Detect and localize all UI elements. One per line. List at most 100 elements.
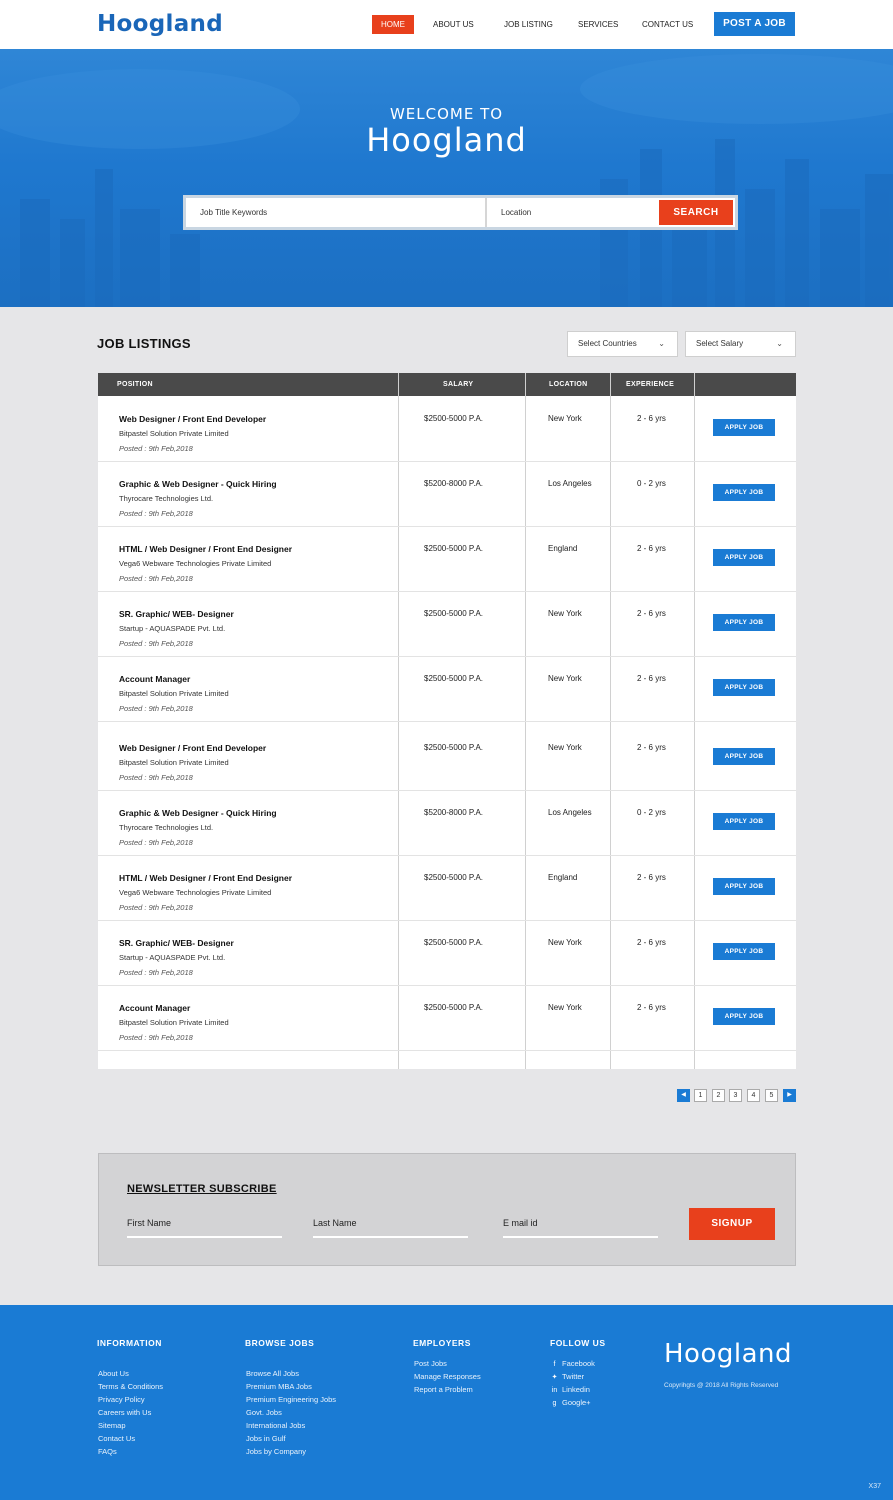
facebook-icon: f <box>553 1361 556 1368</box>
footer-information-link[interactable]: Contact Us <box>98 1434 135 1443</box>
footer-browse-heading: BROWSE JOBS <box>245 1338 315 1348</box>
column-position: POSITION <box>117 381 153 388</box>
linkedin-icon: in <box>551 1387 558 1394</box>
company-name: Vega6 Webware Technologies Private Limit… <box>119 559 272 568</box>
job-title[interactable]: HTML / Web Designer / Front End Designer <box>119 544 292 554</box>
pagination-page-4[interactable]: 4 <box>747 1089 760 1102</box>
pagination-page-2[interactable]: 2 <box>712 1089 725 1102</box>
job-experience: 2 - 6 yrs <box>637 674 666 683</box>
footer-browse-link[interactable]: Premium Engineering Jobs <box>246 1395 336 1404</box>
footer-employers-link[interactable]: Manage Responses <box>414 1372 481 1381</box>
footer-social-label: Google+ <box>562 1398 591 1407</box>
job-title[interactable]: Graphic & Web Designer - Quick Hiring <box>119 479 277 489</box>
job-title[interactable]: Account Manager <box>119 1003 190 1013</box>
signup-button[interactable]: SIGNUP <box>689 1208 775 1240</box>
footer-employers-heading: EMPLOYERS <box>413 1338 471 1348</box>
footer-copyright: Copyrihgts @ 2018 All Rights Reserved <box>664 1382 779 1389</box>
job-location: New York <box>548 609 582 618</box>
job-title[interactable]: Account Manager <box>119 674 190 684</box>
footer-browse-link[interactable]: Govt. Jobs <box>246 1408 282 1417</box>
search-button[interactable]: SEARCH <box>659 200 733 225</box>
apply-job-button[interactable]: APPLY JOB <box>713 1008 775 1025</box>
salary-select[interactable]: Select Salary ⌄ <box>685 331 796 357</box>
email-field[interactable]: E mail id <box>503 1218 658 1238</box>
nav-services[interactable]: SERVICES <box>578 15 618 34</box>
footer-information-link[interactable]: Terms & Conditions <box>98 1382 163 1391</box>
footer-browse-link[interactable]: Premium MBA Jobs <box>246 1382 312 1391</box>
footer-information-heading: INFORMATION <box>97 1338 162 1348</box>
footer-logo[interactable]: Hoogland <box>664 1339 792 1369</box>
job-salary: $5200-8000 P.A. <box>424 479 484 488</box>
table-row: Account Manager Bitpastel Solution Privat… <box>98 657 796 722</box>
company-name: Startup - AQUASPADE Pvt. Ltd. <box>119 624 226 633</box>
apply-job-button[interactable]: APPLY JOB <box>713 748 775 765</box>
job-title[interactable]: Web Designer / Front End Developer <box>119 743 266 753</box>
apply-job-button[interactable]: APPLY JOB <box>713 484 775 501</box>
keyword-search-input[interactable]: Job Title Keywords <box>186 198 485 227</box>
last-name-field[interactable]: Last Name <box>313 1218 468 1238</box>
company-name: Bitpastel Solution Private Limited <box>119 689 229 698</box>
posted-date: Posted : 9th Feb,2018 <box>119 1033 193 1042</box>
apply-job-button[interactable]: APPLY JOB <box>713 419 775 436</box>
apply-job-button[interactable]: APPLY JOB <box>713 813 775 830</box>
posted-date: Posted : 9th Feb,2018 <box>119 903 193 912</box>
chevron-down-icon: ⌄ <box>776 339 783 348</box>
job-salary: $5200-8000 P.A. <box>424 808 484 817</box>
footer-browse-link[interactable]: Jobs in Gulf <box>246 1434 286 1443</box>
pagination-next[interactable]: ▶ <box>783 1089 796 1102</box>
job-title[interactable]: Web Designer / Front End Developer <box>119 414 266 424</box>
job-title[interactable]: SR. Graphic/ WEB- Designer <box>119 609 234 619</box>
chevron-right-icon: ▶ <box>787 1092 792 1098</box>
footer-information-link[interactable]: About Us <box>98 1369 129 1378</box>
footer-social-link[interactable]: in Linkedin <box>550 1385 590 1394</box>
footer-browse-link[interactable]: Browse All Jobs <box>246 1369 299 1378</box>
job-title[interactable]: SR. Graphic/ WEB- Designer <box>119 938 234 948</box>
footer-social-link[interactable]: ✦ Twitter <box>550 1372 585 1381</box>
footer-social-label: Twitter <box>562 1372 585 1381</box>
brand-logo[interactable]: Hoogland <box>97 11 223 37</box>
job-title[interactable]: HTML / Web Designer / Front End Designer <box>119 873 292 883</box>
job-salary: $2500-5000 P.A. <box>424 743 484 752</box>
job-location: England <box>548 544 578 553</box>
footer-social-link[interactable]: g Google+ <box>550 1398 591 1407</box>
country-select[interactable]: Select Countries ⌄ <box>567 331 678 357</box>
footer-information-link[interactable]: Privacy Policy <box>98 1395 145 1404</box>
table-row: Graphic & Web Designer - Quick Hiring Thy… <box>98 462 796 527</box>
nav-contact-us[interactable]: CONTACT US <box>642 15 693 34</box>
pagination-prev[interactable]: ◀ <box>677 1089 690 1102</box>
apply-job-button[interactable]: APPLY JOB <box>713 679 775 696</box>
footer-social-link[interactable]: f Facebook <box>550 1359 595 1368</box>
footer-information-link[interactable]: Careers with Us <box>98 1408 151 1417</box>
job-location: New York <box>548 938 582 947</box>
apply-job-button[interactable]: APPLY JOB <box>713 943 775 960</box>
footer-employers-link[interactable]: Report a Problem <box>414 1385 473 1394</box>
job-location: New York <box>548 1003 582 1012</box>
company-name: Bitpastel Solution Private Limited <box>119 429 229 438</box>
job-title[interactable]: Graphic & Web Designer - Quick Hiring <box>119 808 277 818</box>
pagination-page-3[interactable]: 3 <box>729 1089 742 1102</box>
first-name-field[interactable]: First Name <box>127 1218 282 1238</box>
nav-job-listing[interactable]: JOB LISTING <box>504 15 553 34</box>
location-search-input[interactable]: Location <box>487 198 657 227</box>
footer-employers-link[interactable]: Post Jobs <box>414 1359 447 1368</box>
job-experience: 2 - 6 yrs <box>637 544 666 553</box>
job-experience: 2 - 6 yrs <box>637 414 666 423</box>
footer-browse-link[interactable]: International Jobs <box>246 1421 305 1430</box>
footer-information-link[interactable]: Sitemap <box>98 1421 126 1430</box>
apply-job-button[interactable]: APPLY JOB <box>713 549 775 566</box>
footer-information-link[interactable]: FAQs <box>98 1447 117 1456</box>
apply-job-button[interactable]: APPLY JOB <box>713 878 775 895</box>
job-location: New York <box>548 743 582 752</box>
nav-home[interactable]: HOME <box>372 15 414 34</box>
table-row: Account Manager Bitpastel Solution Privat… <box>98 986 796 1051</box>
footer-corner-label: X37 <box>868 1483 881 1490</box>
nav-about-us[interactable]: ABOUT US <box>433 15 474 34</box>
hero-banner: WELCOME TO Hoogland Job Title Keywords L… <box>0 49 893 307</box>
post-job-button[interactable]: POST A JOB <box>714 12 795 36</box>
pagination-page-1[interactable]: 1 <box>694 1089 707 1102</box>
footer-browse-link[interactable]: Jobs by Company <box>246 1447 306 1456</box>
apply-job-button[interactable]: APPLY JOB <box>713 614 775 631</box>
column-salary: SALARY <box>443 381 474 388</box>
job-experience: 2 - 6 yrs <box>637 938 666 947</box>
pagination-page-5[interactable]: 5 <box>765 1089 778 1102</box>
